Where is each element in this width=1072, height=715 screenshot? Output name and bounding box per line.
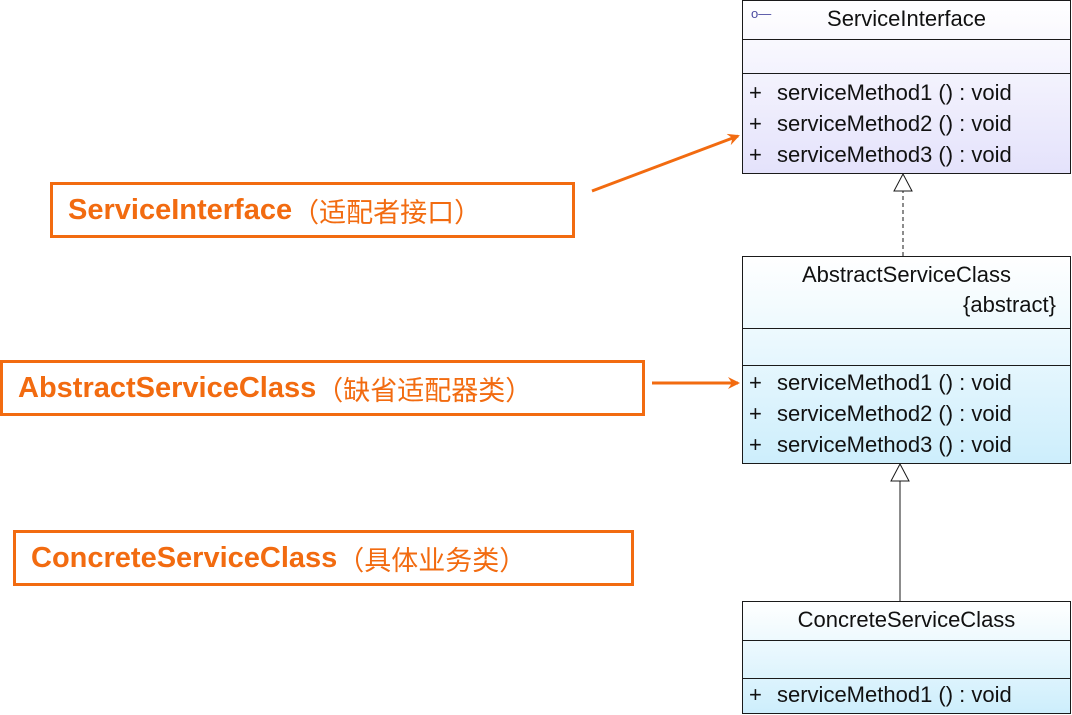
operation-row: + serviceMethod3 () : void bbox=[749, 432, 1012, 457]
label-cn: （缺省适配器类） bbox=[316, 375, 533, 407]
operation-row: + serviceMethod1 () : void bbox=[749, 80, 1012, 105]
attributes-compartment bbox=[743, 328, 1070, 365]
label-abstract-service-class: AbstractServiceClass （缺省适配器类） bbox=[0, 360, 645, 416]
class-service-interface[interactable]: o— ServiceInterface + serviceMethod1 () :… bbox=[742, 0, 1071, 174]
class-name-compartment: o— ServiceInterface bbox=[743, 1, 1070, 39]
operations-compartment: + serviceMethod1 () : void + serviceMethod… bbox=[743, 73, 1070, 173]
label-concrete-service-class: ConcreteServiceClass （具体业务类） bbox=[13, 530, 634, 586]
label-service-interface: ServiceInterface （适配者接口） bbox=[50, 182, 575, 238]
operation-row: + serviceMethod2 () : void bbox=[749, 401, 1012, 426]
class-name: AbstractServiceClass bbox=[801, 262, 1012, 287]
pointer-arrow-interface bbox=[591, 133, 740, 193]
realization-arrowhead bbox=[893, 172, 913, 192]
class-concrete-service-class[interactable]: ConcreteServiceClass + serviceMethod1 () … bbox=[742, 601, 1071, 714]
operation-row: + serviceMethod1 () : void bbox=[749, 682, 1012, 707]
class-name-compartment: AbstractServiceClass {abstract} bbox=[743, 257, 1070, 328]
label-en: ServiceInterface bbox=[68, 193, 293, 226]
attributes-compartment bbox=[743, 640, 1070, 678]
operation-row: + serviceMethod1 () : void bbox=[749, 370, 1012, 395]
label-en: AbstractServiceClass bbox=[18, 371, 317, 404]
class-stereotype: {abstract} bbox=[963, 292, 1056, 317]
operations-compartment: + serviceMethod1 () : void + serviceMethod… bbox=[743, 365, 1070, 463]
operation-row: + serviceMethod2 () : void bbox=[749, 111, 1012, 136]
class-name: ServiceInterface bbox=[827, 6, 986, 31]
operations-compartment: + serviceMethod1 () : void bbox=[743, 678, 1070, 713]
class-name: ConcreteServiceClass bbox=[797, 607, 1016, 632]
label-en: ConcreteServiceClass bbox=[31, 541, 338, 574]
interface-lollipop-icon: o— bbox=[751, 6, 772, 21]
operation-row: + serviceMethod3 () : void bbox=[749, 142, 1012, 167]
label-cn: （适配者接口） bbox=[292, 197, 482, 229]
label-cn: （具体业务类） bbox=[337, 545, 527, 577]
class-abstract-service-class[interactable]: AbstractServiceClass {abstract} + service… bbox=[742, 256, 1071, 464]
attributes-compartment bbox=[743, 39, 1070, 73]
class-name-compartment: ConcreteServiceClass bbox=[743, 602, 1070, 640]
generalization-arrowhead bbox=[890, 462, 910, 482]
